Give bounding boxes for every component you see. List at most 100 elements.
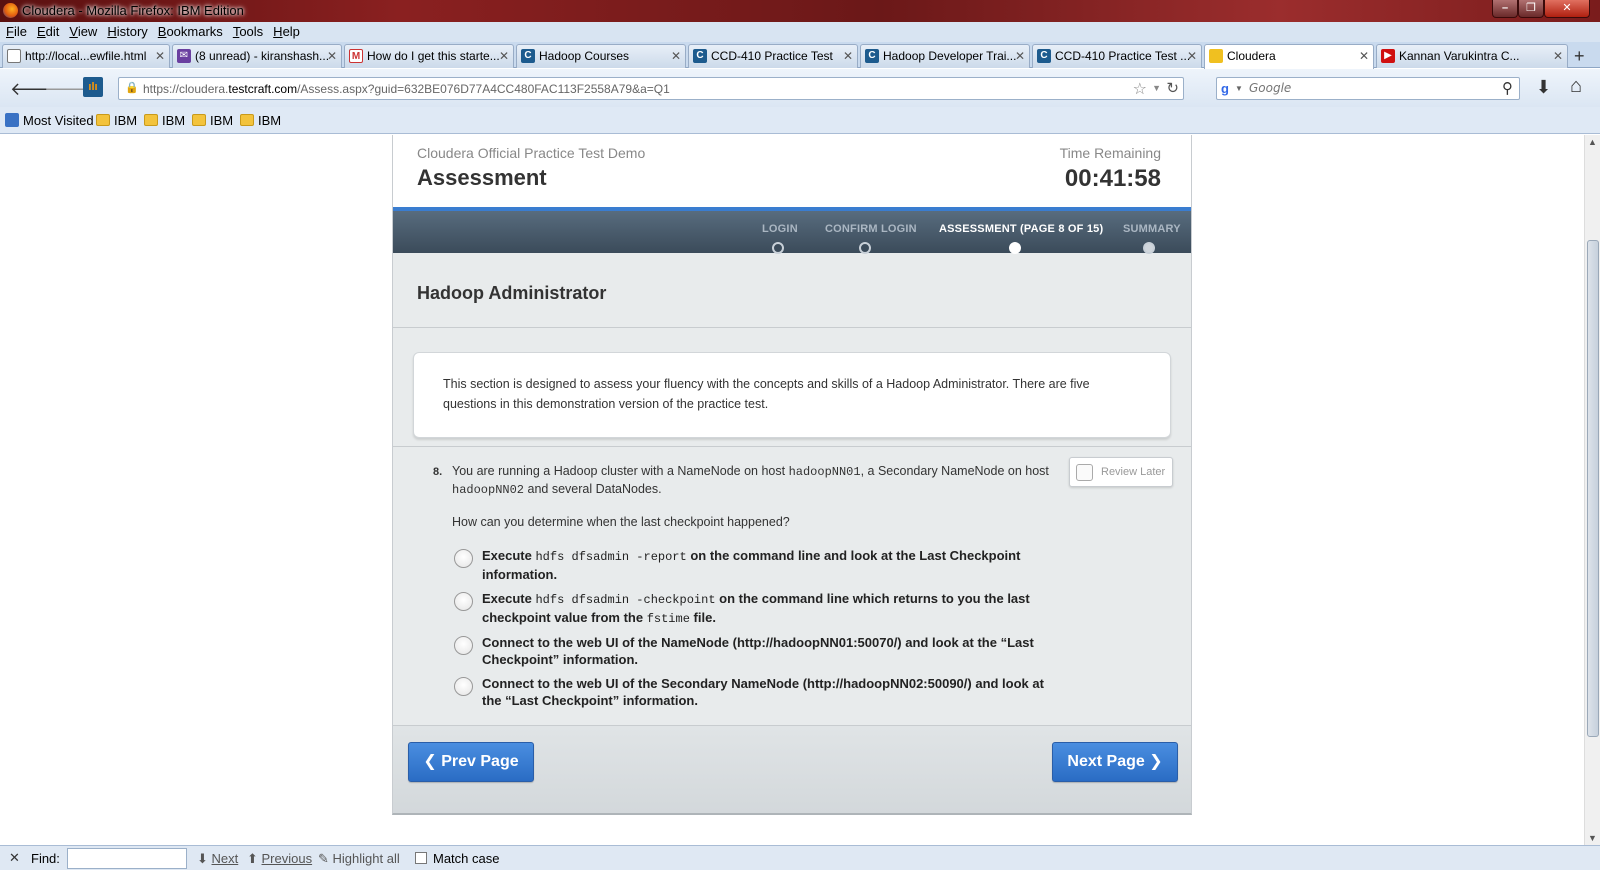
youtube-icon: ▶: [1381, 49, 1395, 63]
reload-icon[interactable]: ↻: [1166, 79, 1179, 97]
download-arrow-icon[interactable]: ⬇: [1536, 77, 1551, 98]
tab-strip: http://local...ewfile.html ✕ ✉ (8 unread…: [0, 42, 1600, 69]
answer-radio[interactable]: [454, 636, 473, 655]
review-later-toggle[interactable]: Review Later: [1069, 457, 1173, 487]
folder-icon: [192, 114, 206, 126]
step-summary: SUMMARY: [1123, 223, 1181, 235]
browser-tab[interactable]: C CCD-410 Practice Test ... ✕: [1032, 44, 1202, 68]
browser-tab[interactable]: C Hadoop Courses ✕: [516, 44, 686, 68]
new-tab-icon[interactable]: +: [1574, 46, 1585, 67]
browser-tab[interactable]: ▶ Kannan Varukintra C... ✕: [1376, 44, 1568, 68]
search-input[interactable]: [1249, 81, 1489, 95]
step-login: LOGIN: [762, 223, 798, 235]
folder-icon: [240, 114, 254, 126]
time-remaining-label: Time Remaining: [1059, 145, 1161, 161]
tab-close-icon[interactable]: ✕: [327, 45, 337, 67]
menu-tools[interactable]: Tools: [233, 22, 263, 42]
bookmark-folder[interactable]: IBM: [240, 113, 281, 128]
answer-text[interactable]: Execute hdfs dfsadmin -checkpoint on the…: [482, 590, 1047, 628]
answer-radio[interactable]: [454, 592, 473, 611]
page-title: Assessment: [417, 165, 547, 190]
step-assessment: ASSESSMENT (PAGE 8 OF 15): [939, 223, 1104, 235]
bookmark-folder[interactable]: IBM: [96, 113, 137, 128]
tab-label: Kannan Varukintra C...: [1399, 49, 1520, 63]
bookmark-star-icon[interactable]: ☆: [1133, 79, 1147, 99]
answer-text[interactable]: Connect to the web UI of the NameNode (h…: [482, 634, 1047, 668]
folder-icon: [144, 114, 158, 126]
prev-page-button[interactable]: ❮ Prev Page: [408, 742, 534, 782]
assessment-panel: Cloudera Official Practice Test Demo Ass…: [392, 135, 1192, 815]
page-viewport: Cloudera Official Practice Test Demo Ass…: [0, 135, 1584, 845]
search-bar[interactable]: g ▼ ⚲: [1216, 77, 1520, 100]
find-input[interactable]: [67, 848, 187, 869]
tab-label: Cloudera: [1227, 49, 1276, 63]
tab-close-icon[interactable]: ✕: [155, 45, 165, 67]
menu-bookmarks[interactable]: Bookmarks: [158, 22, 223, 42]
scroll-down-arrow-icon[interactable]: ▼: [1588, 833, 1597, 843]
google-logo-icon[interactable]: g: [1221, 81, 1229, 96]
browser-tab[interactable]: M How do I get this starte... ✕: [344, 44, 514, 68]
browser-tab[interactable]: http://local...ewfile.html ✕: [2, 44, 170, 68]
url-bar[interactable]: 🔒 https://cloudera.testcraft.com/Assess.…: [118, 77, 1184, 100]
menu-edit[interactable]: Edit: [37, 22, 59, 42]
close-window-button[interactable]: ✕: [1544, 0, 1590, 18]
review-later-checkbox[interactable]: [1076, 464, 1093, 481]
url-history-dropdown-icon[interactable]: ▼: [1152, 83, 1161, 93]
menu-help[interactable]: Help: [273, 22, 300, 42]
answer-text[interactable]: Execute hdfs dfsadmin -report on the com…: [482, 547, 1047, 583]
gmail-icon: M: [349, 49, 363, 63]
answer-radio[interactable]: [454, 677, 473, 696]
page-scrollbar[interactable]: ▲ ▼: [1584, 135, 1600, 845]
cloudera-icon: C: [1037, 49, 1051, 63]
bookmark-folder[interactable]: IBM: [192, 113, 233, 128]
find-bar: ✕ Find: ⬇ Next ⬆ Previous ✎ Highlight al…: [0, 845, 1600, 870]
search-magnifier-icon[interactable]: ⚲: [1502, 79, 1513, 97]
maximize-button[interactable]: ❐: [1518, 0, 1544, 18]
find-next-button[interactable]: ⬇ Next: [197, 851, 238, 867]
tab-close-icon[interactable]: ✕: [671, 45, 681, 67]
menu-view[interactable]: View: [69, 22, 97, 42]
progress-steps: LOGIN CONFIRM LOGIN ASSESSMENT (PAGE 8 O…: [393, 207, 1191, 254]
browser-tab[interactable]: C CCD-410 Practice Test ✕: [688, 44, 858, 68]
tab-close-icon[interactable]: ✕: [843, 45, 853, 67]
home-icon[interactable]: ⌂: [1570, 75, 1582, 98]
find-previous-button[interactable]: ⬆ Previous: [247, 851, 312, 867]
tab-close-icon[interactable]: ✕: [1015, 45, 1025, 67]
answer-radio[interactable]: [454, 549, 473, 568]
browser-tab[interactable]: C Hadoop Developer Trai... ✕: [860, 44, 1030, 68]
review-later-label: Review Later: [1101, 466, 1166, 478]
divider: [393, 327, 1191, 328]
navigation-bar: 🡐 🡒 ılı 🔒 https://cloudera.testcraft.com…: [0, 69, 1600, 107]
search-engine-dropdown-icon[interactable]: ▼: [1235, 84, 1243, 93]
next-page-button[interactable]: Next Page ❯: [1052, 742, 1178, 782]
browser-tab[interactable]: ✉ (8 unread) - kiranshash... ✕: [172, 44, 342, 68]
ibm-icon: [1209, 49, 1223, 63]
scroll-up-arrow-icon[interactable]: ▲: [1588, 137, 1597, 147]
tab-label: CCD-410 Practice Test: [711, 49, 833, 63]
tab-close-icon[interactable]: ✕: [1187, 45, 1197, 67]
bookmark-most-visited[interactable]: Most Visited: [5, 113, 94, 128]
close-find-bar-icon[interactable]: ✕: [9, 850, 20, 866]
site-identity-icon[interactable]: ılı: [83, 77, 103, 97]
step-dot: [1143, 242, 1155, 254]
menu-bar: File Edit View History Bookmarks Tools Help: [0, 22, 1600, 42]
question-number: 8.: [433, 466, 443, 478]
find-label: Find:: [31, 851, 60, 866]
answer-text[interactable]: Connect to the web UI of the Secondary N…: [482, 675, 1047, 709]
tab-close-icon[interactable]: ✕: [1359, 45, 1369, 67]
menu-file[interactable]: File: [6, 22, 27, 42]
menu-history[interactable]: History: [107, 22, 147, 42]
match-case-label[interactable]: Match case: [433, 851, 499, 866]
tab-close-icon[interactable]: ✕: [499, 45, 509, 67]
match-case-checkbox[interactable]: [415, 852, 427, 864]
tab-close-icon[interactable]: ✕: [1553, 45, 1563, 67]
scrollbar-thumb[interactable]: [1587, 240, 1599, 737]
url-text[interactable]: https://cloudera.testcraft.com/Assess.as…: [143, 82, 670, 96]
bookmark-folder[interactable]: IBM: [144, 113, 185, 128]
window-title-bar: Cloudera - Mozilla Firefox: IBM Edition …: [0, 0, 1600, 22]
tab-label: (8 unread) - kiranshash...: [195, 49, 330, 63]
folder-icon: [96, 114, 110, 126]
highlight-all-button[interactable]: ✎ Highlight all: [318, 851, 400, 867]
minimize-button[interactable]: –: [1492, 0, 1518, 18]
browser-tab-active[interactable]: Cloudera ✕: [1204, 44, 1374, 69]
